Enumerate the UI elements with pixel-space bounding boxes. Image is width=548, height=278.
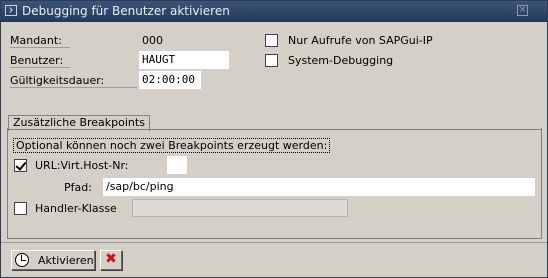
dialog-window: Debugging für Benutzer aktivieren × Mand… (0, 0, 548, 278)
activate-button[interactable]: Aktivieren (11, 250, 95, 270)
clock-icon (15, 253, 29, 267)
close-button[interactable]: × (517, 5, 528, 16)
title-bar[interactable]: Debugging für Benutzer aktivieren × (1, 1, 547, 22)
gueltigkeit-label: Gültigkeitsdauer: (10, 74, 137, 88)
gueltigkeit-input[interactable]: 02:00:00 (139, 71, 201, 89)
cancel-button[interactable]: ✖ (100, 250, 122, 270)
optional-note: Optional können noch zwei Breakpoints er… (13, 138, 331, 153)
handler-label: Handler-Klasse (35, 202, 117, 215)
window-menu-icon[interactable] (5, 5, 17, 16)
system-debugging-checkbox[interactable] (265, 54, 278, 67)
benutzer-label: Benutzer: (10, 54, 70, 68)
pfad-label: Pfad: (64, 181, 92, 194)
footer-divider (1, 242, 547, 243)
pfad-input[interactable]: /sap/bc/ping (103, 178, 535, 196)
benutzer-input[interactable]: HAUGT (139, 51, 229, 69)
group-divider (7, 129, 542, 130)
url-checkbox[interactable] (14, 159, 27, 172)
mandant-value: 000 (142, 34, 163, 47)
url-host-label: URL:Virt.Host-Nr: (35, 159, 129, 172)
mandant-label: Mandant: (10, 34, 70, 48)
handler-checkbox[interactable] (14, 202, 27, 215)
activate-label: Aktivieren (38, 254, 94, 267)
only-sapgui-checkbox[interactable] (265, 34, 278, 47)
system-debugging-label: System-Debugging (288, 54, 394, 67)
handler-input[interactable] (132, 199, 348, 217)
host-number-input[interactable] (167, 156, 187, 174)
window-title: Debugging für Benutzer aktivieren (22, 4, 230, 18)
only-sapgui-label: Nur Aufrufe von SAPGui-IP (288, 34, 433, 47)
